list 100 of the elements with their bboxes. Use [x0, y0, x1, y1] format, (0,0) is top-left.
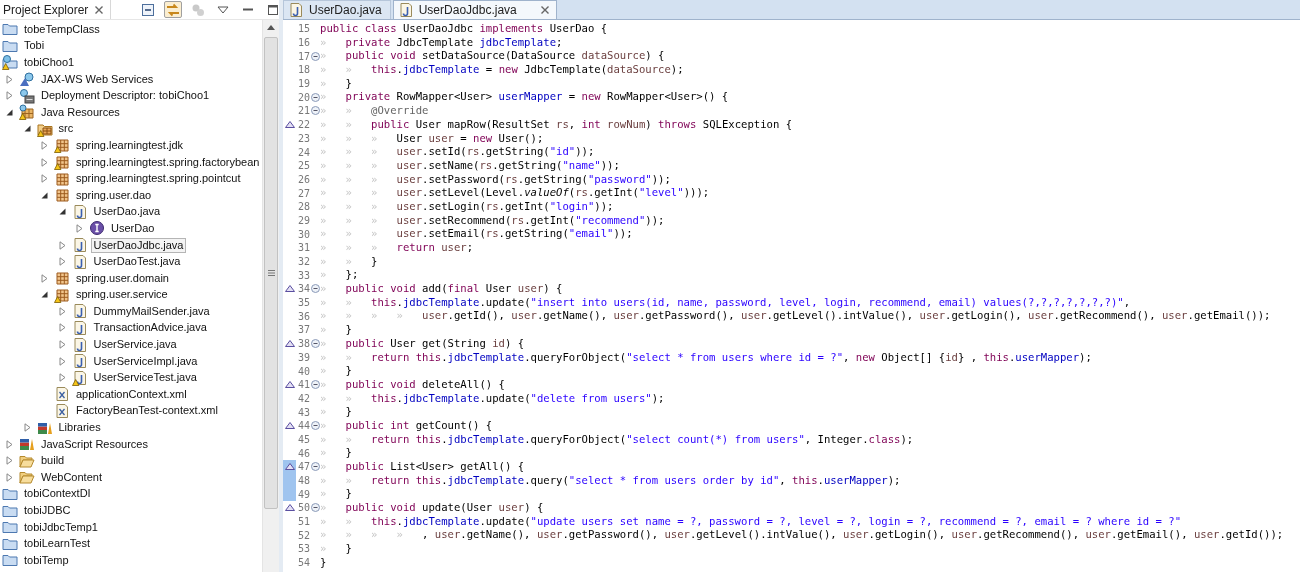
line-number: 31: [296, 242, 310, 254]
line-number: 38: [296, 338, 310, 350]
tree-item[interactable]: src: [55, 121, 77, 137]
view-tab[interactable]: Project Explorer: [0, 0, 112, 19]
line-number: 40: [296, 365, 310, 377]
tree-item[interactable]: UserDao.java: [90, 204, 164, 220]
tree-item[interactable]: tobiJDBC: [21, 503, 74, 518]
collapsed-arrow-icon[interactable]: [58, 340, 66, 350]
tree-item[interactable]: spring.user.service: [73, 287, 171, 303]
fold-minus-icon[interactable]: [310, 339, 320, 349]
tree-item[interactable]: UserService.java: [90, 337, 180, 353]
tree-item[interactable]: JavaScript Resources: [38, 436, 151, 452]
tree-item[interactable]: tobiChoo1: [21, 55, 78, 70]
line-number: 39: [296, 351, 310, 363]
expanded-arrow-icon[interactable]: [6, 108, 13, 116]
tree-item[interactable]: Java Resources: [38, 104, 123, 120]
tree-item[interactable]: UserServiceTest.java: [90, 370, 200, 386]
code-line: » » return this.jdbcTemplate.queryForObject("select * from users where id = ?", new Object[] {id} , this.userMapper);: [320, 350, 1092, 365]
tree-item[interactable]: UserDaoJdbc.java: [90, 237, 187, 253]
collapsed-arrow-icon[interactable]: [41, 174, 48, 184]
collapsed-arrow-icon[interactable]: [41, 273, 48, 283]
java-file-icon: [397, 2, 414, 18]
fold-minus-icon[interactable]: [310, 51, 320, 61]
fold-minus-icon[interactable]: [310, 503, 320, 513]
expanded-arrow-icon[interactable]: [41, 291, 48, 299]
tree-item[interactable]: TransactionAdvice.java: [90, 320, 210, 336]
collapsed-arrow-icon[interactable]: [41, 140, 48, 150]
tree-item[interactable]: UserDao: [108, 220, 158, 236]
tree-item[interactable]: UserDaoTest.java: [90, 254, 184, 270]
line-number: 28: [296, 201, 310, 213]
tree-item[interactable]: spring.learningtest.spring.pointcut: [73, 171, 244, 187]
expanded-arrow-icon[interactable]: [58, 208, 66, 216]
fold-minus-icon[interactable]: [310, 380, 320, 390]
code-line: » }: [320, 364, 352, 378]
fold-minus-icon[interactable]: [310, 421, 320, 431]
collapsed-arrow-icon[interactable]: [41, 157, 48, 167]
line-number: 46: [296, 447, 310, 459]
tree-item[interactable]: build: [38, 453, 68, 469]
line-number: 30: [296, 228, 310, 240]
collapsed-arrow-icon[interactable]: [76, 223, 83, 233]
line-number: 43: [296, 406, 310, 418]
collapsed-arrow-icon[interactable]: [6, 472, 13, 482]
collapsed-arrow-icon[interactable]: [6, 91, 13, 101]
tree-item[interactable]: Tobi: [21, 38, 48, 54]
tree-item[interactable]: spring.user.domain: [73, 270, 172, 286]
fold-minus-icon[interactable]: [310, 462, 320, 472]
maximize-icon: [266, 2, 281, 17]
tree-item[interactable]: spring.learningtest.spring.factorybean: [73, 154, 262, 170]
expanded-arrow-icon[interactable]: [23, 125, 31, 133]
collapsed-arrow-icon[interactable]: [23, 423, 31, 433]
collapsed-arrow-icon[interactable]: [58, 240, 66, 250]
editor-tab[interactable]: UserDaoJdbc.java: [392, 0, 557, 19]
code-line: » private JdbcTemplate jdbcTemplate;: [320, 35, 563, 50]
tree-item[interactable]: spring.learningtest.jdk: [73, 137, 186, 153]
collapse-all-icon: [141, 2, 156, 17]
tree-item[interactable]: tobiContextDI: [21, 486, 94, 502]
line-number: 20: [296, 91, 310, 103]
collapsed-arrow-icon[interactable]: [58, 323, 66, 333]
scrollbar-thumb[interactable]: [264, 37, 278, 509]
collapsed-arrow-icon[interactable]: [58, 257, 66, 267]
line-number: 33: [296, 269, 310, 281]
collapsed-arrow-icon[interactable]: [58, 373, 66, 383]
collapsed-arrow-icon[interactable]: [6, 456, 13, 466]
collapsed-arrow-icon[interactable]: [58, 306, 66, 316]
fold-minus-icon[interactable]: [310, 106, 320, 116]
line-number: 25: [296, 160, 310, 172]
tree-item[interactable]: tobiLearnTest: [21, 536, 94, 552]
tree-item[interactable]: UserServiceImpl.java: [90, 353, 201, 369]
editor-tab[interactable]: UserDao.java: [283, 0, 391, 19]
tree-item[interactable]: tobiTemp: [21, 552, 72, 568]
collapsed-arrow-icon[interactable]: [58, 356, 66, 366]
tree-item[interactable]: JAX-WS Web Services: [38, 71, 157, 87]
code-line: » public List<User> getAll() {: [320, 460, 525, 474]
line-number: 34: [296, 283, 310, 295]
scrollbar[interactable]: [262, 20, 279, 572]
tree-item[interactable]: Deployment Descriptor: tobiChoo1: [38, 88, 213, 104]
code-line: » » this.jdbcTemplate.update("insert into users(id, name, password, level, login, recommend, email) values(?,?,?,?,?,?,?)",: [320, 295, 1131, 310]
close-icon[interactable]: [94, 4, 105, 15]
expanded-arrow-icon[interactable]: [41, 191, 48, 199]
tree-item[interactable]: Libraries: [55, 420, 104, 436]
tree-item[interactable]: tobeTempClass: [21, 21, 103, 37]
line-number: 18: [296, 64, 310, 76]
line-number: 54: [296, 557, 310, 569]
fold-minus-icon[interactable]: [310, 284, 320, 294]
collapsed-arrow-icon[interactable]: [6, 439, 13, 449]
tree-item[interactable]: applicationContext.xml: [73, 386, 190, 402]
tree-item[interactable]: FactoryBeanTest-context.xml: [73, 403, 221, 419]
collapsed-arrow-icon[interactable]: [6, 74, 13, 84]
line-number: 16: [296, 37, 310, 49]
line-number: 24: [296, 146, 310, 158]
tree-item[interactable]: tobiJdbcTemp1: [21, 519, 101, 535]
tree-item[interactable]: WebContent: [38, 469, 105, 485]
code-line: » » » user.setEmail(rs.getString("email"));: [320, 227, 633, 241]
tree-item[interactable]: spring.user.dao: [73, 187, 155, 203]
scroll-up-arrow-icon[interactable]: [267, 25, 275, 30]
close-icon[interactable]: [539, 5, 550, 15]
fold-minus-icon[interactable]: [310, 92, 320, 102]
line-number: 26: [296, 173, 310, 185]
line-number: 50: [296, 502, 310, 514]
tree-item[interactable]: DummyMailSender.java: [90, 303, 213, 319]
